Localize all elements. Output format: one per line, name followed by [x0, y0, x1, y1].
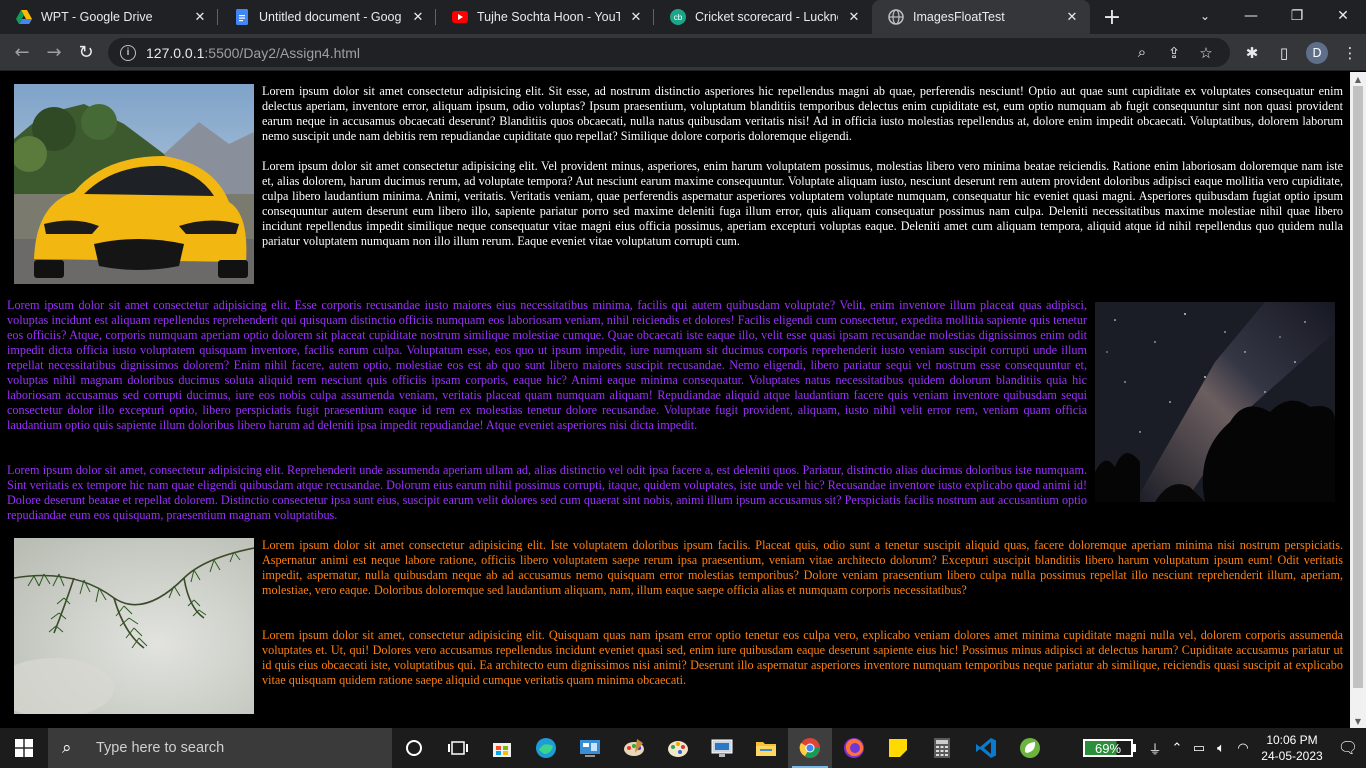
cricbuzz-icon: cb: [670, 9, 686, 25]
search-placeholder: Type here to search: [96, 740, 225, 756]
control-panel-icon[interactable]: [568, 728, 612, 768]
tab-title: WPT - Google Drive: [41, 10, 153, 24]
system-tray: 69% ⏚ ⌃ ▭ 🔈︎ ◠ 10:06 PM 24-05-2023 🗨︎: [1083, 728, 1366, 768]
site-info-icon[interactable]: i: [120, 44, 136, 61]
pine-branch-image: [14, 538, 254, 714]
window-close-icon[interactable]: ✕: [1320, 0, 1366, 32]
page-viewport: Lorem ipsum dolor sit amet consectetur a…: [0, 72, 1350, 728]
close-icon[interactable]: ✕: [410, 9, 426, 25]
google-docs-icon: [234, 9, 250, 25]
avatar[interactable]: D: [1306, 41, 1328, 64]
tab-imagesfloattest[interactable]: ImagesFloatTest ✕: [872, 0, 1090, 34]
address-bar[interactable]: i 127.0.0.1:5500/Day2/Assign4.html ⌕ ⇪ ☆: [108, 38, 1230, 67]
plug-icon[interactable]: ⏚: [1144, 739, 1166, 758]
vscode-icon[interactable]: [964, 728, 1008, 768]
clock-time: 10:06 PM: [1266, 733, 1318, 747]
edge-browser-icon[interactable]: [524, 728, 568, 768]
cortana-icon[interactable]: [392, 728, 436, 768]
back-arrow-icon[interactable]: ←: [6, 36, 38, 68]
close-icon[interactable]: ✕: [846, 9, 862, 25]
restore-icon[interactable]: ❐: [1274, 0, 1320, 32]
battery-charging-icon[interactable]: ▭: [1188, 740, 1210, 756]
google-drive-icon: [16, 9, 32, 25]
search-icon: ⌕: [62, 738, 72, 757]
window-controls: — ❐ ✕: [1228, 0, 1366, 32]
menu-kebab-icon[interactable]: ⋮: [1334, 37, 1366, 69]
chrome-icon[interactable]: [788, 728, 832, 768]
close-icon[interactable]: ✕: [628, 9, 644, 25]
tab-youtube[interactable]: Tujhe Sochta Hoon - YouTube ✕: [436, 0, 654, 34]
scroll-up-arrow-icon[interactable]: ▲: [1350, 72, 1366, 86]
section-night-sky: Lorem ipsum dolor sit amet consectetur a…: [7, 298, 1343, 538]
browser-toolbar: ← → ↻ i 127.0.0.1:5500/Day2/Assign4.html…: [0, 34, 1366, 71]
globe-icon: [888, 9, 904, 25]
spring-tools-icon[interactable]: [1008, 728, 1052, 768]
tab-cricket-scorecard[interactable]: cb Cricket scorecard - Lucknow ✕: [654, 0, 872, 34]
tab-search-chevron-icon[interactable]: ⌄: [1182, 0, 1228, 32]
clock-date: 24-05-2023: [1261, 749, 1323, 763]
speaker-icon[interactable]: 🔈︎: [1210, 740, 1232, 756]
extensions-puzzle-icon[interactable]: ✱: [1236, 37, 1268, 69]
tab-title: Tujhe Sochta Hoon - YouTube: [477, 10, 620, 24]
battery-percent: 69%: [1083, 739, 1133, 757]
tab-title: ImagesFloatTest: [913, 10, 1005, 24]
firefox-icon[interactable]: [832, 728, 876, 768]
tab-google-drive[interactable]: WPT - Google Drive ✕: [0, 0, 218, 34]
taskbar-apps: [392, 728, 1052, 768]
calculator-icon[interactable]: [920, 728, 964, 768]
taskbar-search-input[interactable]: ⌕ Type here to search: [48, 728, 392, 768]
side-panel-icon[interactable]: ▯: [1268, 37, 1300, 69]
clock[interactable]: 10:06 PM 24-05-2023: [1254, 732, 1330, 764]
wifi-icon[interactable]: ◠: [1232, 740, 1254, 756]
battery-indicator[interactable]: 69%: [1083, 739, 1136, 757]
scroll-down-arrow-icon[interactable]: ▼: [1350, 714, 1366, 728]
windows-start-icon[interactable]: [0, 728, 48, 768]
new-tab-button[interactable]: +: [1096, 1, 1128, 33]
task-view-icon[interactable]: [436, 728, 480, 768]
paint-icon[interactable]: [612, 728, 656, 768]
url-path: :5500/Day2/Assign4.html: [204, 44, 361, 61]
svg-text:cb: cb: [674, 13, 683, 22]
paint-3d-icon[interactable]: [656, 728, 700, 768]
forward-arrow-icon[interactable]: →: [38, 36, 70, 68]
tab-strip: WPT - Google Drive ✕ Untitled document -…: [0, 0, 1366, 34]
url-host: 127.0.0.1: [146, 44, 205, 61]
section-pine-branch: Lorem ipsum dolor sit amet consectetur a…: [7, 538, 1343, 714]
bookmark-star-icon[interactable]: ☆: [1190, 44, 1222, 62]
windows-taskbar: ⌕ Type here to search 69% ⏚ ⌃ ▭ 🔈︎ ◠ 10:…: [0, 728, 1366, 768]
reload-icon[interactable]: ↻: [70, 36, 102, 68]
youtube-icon: [452, 9, 468, 25]
share-icon[interactable]: ⇪: [1158, 44, 1190, 62]
yellow-sports-car-image: [14, 84, 254, 284]
chevron-up-icon[interactable]: ⌃: [1166, 740, 1188, 756]
section-car: Lorem ipsum dolor sit amet consectetur a…: [7, 72, 1343, 284]
tab-title: Cricket scorecard - Lucknow: [695, 10, 838, 24]
close-icon[interactable]: ✕: [1064, 9, 1080, 25]
tab-title: Untitled document - Google: [259, 10, 402, 24]
sticky-notes-icon[interactable]: [876, 728, 920, 768]
remote-desktop-icon[interactable]: [700, 728, 744, 768]
tab-google-docs[interactable]: Untitled document - Google ✕: [218, 0, 436, 34]
milky-way-night-sky-image: [1095, 302, 1335, 502]
close-icon[interactable]: ✕: [192, 9, 208, 25]
file-explorer-icon[interactable]: [744, 728, 788, 768]
zoom-icon[interactable]: ⌕: [1126, 44, 1158, 61]
microsoft-store-icon[interactable]: [480, 728, 524, 768]
vertical-scrollbar[interactable]: ▲ ▼: [1350, 72, 1366, 728]
minimize-icon[interactable]: —: [1228, 0, 1274, 32]
notification-center-icon[interactable]: 🗨︎: [1330, 738, 1366, 758]
scrollbar-thumb[interactable]: [1353, 86, 1363, 688]
